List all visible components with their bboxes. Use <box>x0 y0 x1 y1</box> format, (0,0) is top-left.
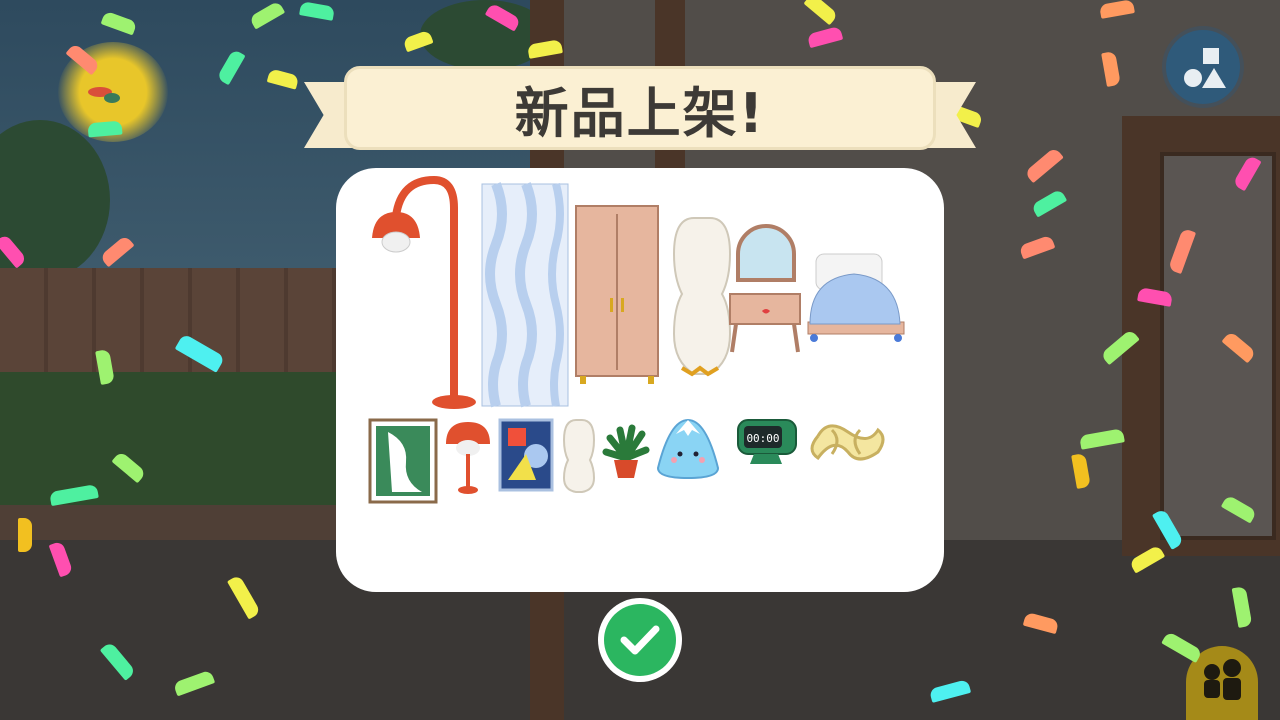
confirm-button-face <box>604 604 676 676</box>
digital-clock-icon: 00:00 <box>737 419 797 464</box>
knot-pillow-icon <box>810 424 885 461</box>
characters-icon <box>1204 659 1241 700</box>
bed-icon <box>807 253 905 342</box>
new-items-panel: 00:00 <box>336 168 944 592</box>
potted-plant-icon <box>602 424 650 478</box>
framed-painting-icon <box>368 418 438 504</box>
confirm-button[interactable] <box>598 598 682 682</box>
shapes-button[interactable] <box>1162 26 1244 108</box>
banner-plate: 新品上架! <box>344 66 936 150</box>
shapes-icon <box>1184 48 1226 88</box>
door-glass <box>1160 152 1276 540</box>
abstract-poster-icon <box>498 418 554 492</box>
checkmark-icon <box>620 625 660 655</box>
wardrobe-icon <box>575 205 659 384</box>
svg-text:00:00: 00:00 <box>746 432 779 445</box>
banner-title: 新品上架! <box>514 81 766 145</box>
floor-lamp-icon <box>372 175 476 409</box>
small-paper-lantern-icon <box>562 419 596 493</box>
mountain-plush-icon <box>656 418 720 480</box>
curtain-icon <box>481 182 569 408</box>
new-items-banner: 新品上架! <box>304 64 976 160</box>
paper-lantern-icon <box>672 217 732 377</box>
vanity-mirror-icon <box>729 224 801 353</box>
table-lamp-icon <box>446 422 490 494</box>
